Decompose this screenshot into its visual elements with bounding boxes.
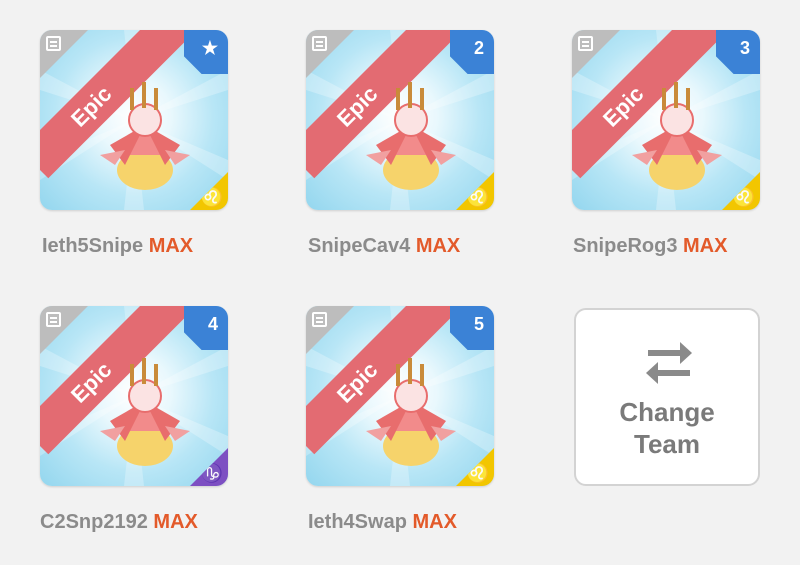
details-icon[interactable] bbox=[578, 36, 593, 51]
monster-image bbox=[366, 82, 456, 190]
monster-name: SnipeCav4 bbox=[308, 235, 411, 257]
swap-arrows-icon bbox=[646, 342, 692, 384]
change-team-label: Change Team bbox=[619, 397, 715, 459]
slot-number: 3 bbox=[739, 38, 750, 58]
slot-number: 4 bbox=[207, 314, 218, 334]
monster-name: Ieth4Swap bbox=[308, 511, 407, 533]
level-max: MAX bbox=[415, 235, 461, 257]
card-label-2: SnipeCav4 MAX bbox=[308, 235, 460, 258]
leader-star-icon: ★ bbox=[201, 38, 218, 58]
details-icon[interactable] bbox=[46, 312, 61, 327]
monster-card-2[interactable]: Epic 2 ♌ bbox=[306, 30, 494, 210]
monster-card-1[interactable]: Epic ★ ♌ bbox=[40, 30, 228, 210]
monster-card-4[interactable]: Epic 4 ♑ bbox=[40, 306, 228, 486]
monster-name: Ieth5Snipe bbox=[42, 235, 144, 257]
monster-image bbox=[366, 358, 456, 466]
level-max: MAX bbox=[148, 235, 194, 257]
card-label-3: SnipeRog3 MAX bbox=[573, 235, 727, 258]
change-team-button[interactable]: Change Team bbox=[574, 308, 760, 486]
card-label-5: Ieth4Swap MAX bbox=[308, 511, 457, 534]
details-icon[interactable] bbox=[312, 312, 327, 327]
card-label-4: C2Snp2192 MAX bbox=[40, 511, 198, 534]
monster-image bbox=[100, 358, 190, 466]
card-label-1: Ieth5Snipe MAX bbox=[42, 235, 193, 258]
monster-card-5[interactable]: Epic 5 ♌ bbox=[306, 306, 494, 486]
slot-number: 2 bbox=[473, 38, 484, 58]
level-max: MAX bbox=[412, 511, 457, 533]
level-max: MAX bbox=[153, 511, 198, 533]
monster-card-3[interactable]: Epic 3 ♌ bbox=[572, 30, 760, 210]
details-icon[interactable] bbox=[46, 36, 61, 51]
monster-name: C2Snp2192 bbox=[40, 511, 148, 533]
level-max: MAX bbox=[683, 235, 728, 257]
monster-name: SnipeRog3 bbox=[573, 235, 678, 257]
monster-image bbox=[100, 82, 190, 190]
details-icon[interactable] bbox=[312, 36, 327, 51]
slot-number: 5 bbox=[473, 314, 484, 334]
monster-image bbox=[632, 82, 722, 190]
